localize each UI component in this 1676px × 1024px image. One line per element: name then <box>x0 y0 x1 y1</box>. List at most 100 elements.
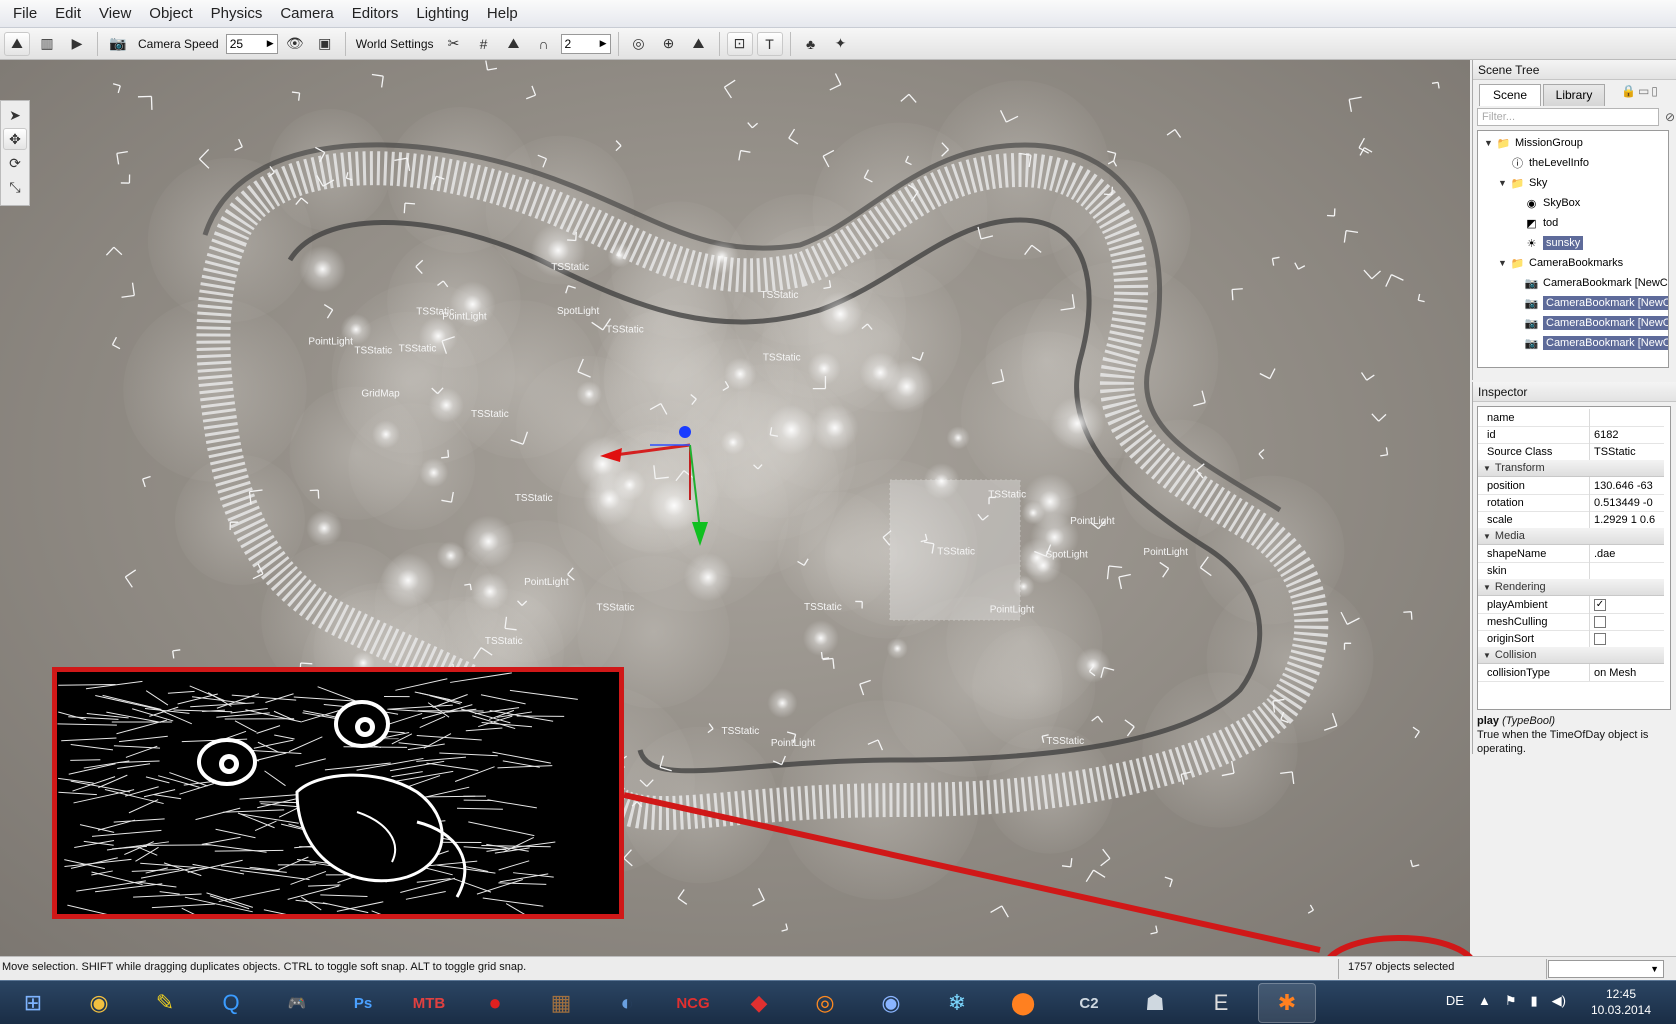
language-indicator[interactable]: DE <box>1446 993 1464 1009</box>
folder-icon: 📁 <box>1496 137 1511 150</box>
globe-icon[interactable]: ◐ <box>598 983 656 1023</box>
clock-date: 10.03.2014 <box>1590 1003 1652 1017</box>
inspector-panel: Inspector name id 6182 Source Class TSStatic… <box>1472 382 1676 756</box>
flag-icon[interactable]: ⚑ <box>1505 993 1517 1009</box>
photoshop-icon[interactable]: Ps <box>334 983 392 1023</box>
property-value[interactable]: 6182 <box>1590 429 1664 441</box>
tree-item[interactable]: 📷 CameraBookmark [NewC <box>1512 293 1668 313</box>
scene-filter-input[interactable]: Filter... <box>1477 108 1659 126</box>
sun-icon: ☀ <box>1526 237 1537 250</box>
property-key: id <box>1478 426 1590 443</box>
tree-item[interactable]: ▼ 📁 Sky <box>1498 173 1547 193</box>
selection-count: 1757 objects selected <box>1348 961 1455 973</box>
expand-triangle-icon[interactable]: ▼ <box>1498 258 1510 268</box>
group-label: Rendering <box>1494 581 1546 593</box>
tree-item[interactable]: 📷 CameraBookmark [NewC <box>1512 333 1668 353</box>
property-checkbox[interactable] <box>1594 632 1606 645</box>
desc-field-type: (TypeBool) <box>1502 715 1556 727</box>
folder-icon[interactable]: ▭ <box>1638 84 1649 106</box>
property-group-header[interactable]: ▼ Rendering <box>1478 579 1664 596</box>
blender-icon[interactable]: ◎ <box>796 983 854 1023</box>
quicktime-icon[interactable]: Q <box>202 983 260 1023</box>
chevron-down-icon: ▼ <box>1650 964 1659 974</box>
network-icon[interactable]: ▮ <box>1531 993 1538 1009</box>
property-group-header[interactable]: ▼ Media <box>1478 528 1664 545</box>
system-clock[interactable]: 12:45 10.03.2014 <box>1576 986 1666 1018</box>
ncg-icon[interactable]: NCG <box>664 983 722 1023</box>
tod-icon: ◩ <box>1526 217 1537 230</box>
tree-item[interactable]: ⓘ theLevelInfo <box>1498 153 1589 173</box>
inspector-description: play (TypeBool) True when the TimeOfDay … <box>1477 714 1672 756</box>
scene-tree-list[interactable]: ▼ 📁 MissionGroup ⓘ theLevelInfo ▼ 📁 Sky ◉ SkyBox ◩… <box>1477 130 1669 368</box>
system-tray: DE ▲ ⚑ ▮ ◀) <box>1446 993 1566 1009</box>
inspector-title: Inspector <box>1473 382 1676 402</box>
chrome-icon[interactable]: ◉ <box>70 983 128 1023</box>
scene-tree-tabs: Scene Library 🔒 ▭ ▯ <box>1473 80 1676 106</box>
clear-filter-icon[interactable]: ⊘ <box>1665 110 1675 124</box>
sketchup-icon[interactable]: ◆ <box>730 983 788 1023</box>
property-value[interactable]: 130.646 -63 <box>1590 480 1664 492</box>
tree-item-label: CameraBookmark [NewC <box>1543 296 1668 310</box>
tree-item[interactable]: 📷 CameraBookmark [NewC <box>1512 273 1668 293</box>
property-checkbox[interactable] <box>1594 615 1606 628</box>
status-dropdown[interactable]: ▼ <box>1548 960 1664 978</box>
tab-scene[interactable]: Scene <box>1479 84 1541 106</box>
property-value[interactable]: .dae <box>1590 548 1664 560</box>
gamepad-icon[interactable]: 🎮 <box>268 983 326 1023</box>
expand-triangle-icon[interactable]: ▼ <box>1498 178 1510 188</box>
tree-item-label: sunsky <box>1543 236 1584 250</box>
property-row: Source Class TSStatic <box>1478 443 1664 461</box>
property-value[interactable]: 1.2929 1 0.6 <box>1590 514 1664 526</box>
collapse-icon[interactable]: ▼ <box>1483 464 1491 473</box>
texture-icon[interactable]: ▦ <box>532 983 590 1023</box>
windows-start-icon[interactable]: ⊞ <box>4 983 62 1023</box>
annotation-line <box>623 792 1321 953</box>
torque-icon[interactable]: ✱ <box>1258 983 1316 1023</box>
lock-icon[interactable]: 🔒 <box>1621 84 1636 106</box>
tray-expand-icon[interactable]: ▲ <box>1478 993 1491 1009</box>
property-value[interactable]: on Mesh <box>1590 667 1664 679</box>
e-icon[interactable]: E <box>1192 983 1250 1023</box>
tab-library[interactable]: Library <box>1543 84 1605 106</box>
expand-triangle-icon[interactable]: ▼ <box>1484 138 1496 148</box>
property-row: position 130.646 -63 <box>1478 477 1664 495</box>
property-row: scale 1.2929 1 0.6 <box>1478 511 1664 529</box>
snowflake-icon[interactable]: ❄ <box>928 983 986 1023</box>
collapse-icon[interactable]: ▼ <box>1483 651 1491 660</box>
property-row: id 6182 <box>1478 426 1664 444</box>
eye-icon[interactable]: ◉ <box>862 983 920 1023</box>
mtb-icon[interactable]: MTB <box>400 983 458 1023</box>
tree-item[interactable]: ◩ tod <box>1512 213 1558 233</box>
property-value[interactable]: TSStatic <box>1590 446 1664 458</box>
property-key: skin <box>1478 562 1590 579</box>
trash-icon[interactable]: ▯ <box>1651 84 1658 106</box>
tree-item[interactable]: ☀ sunsky <box>1512 233 1584 253</box>
nodes-icon[interactable]: ⬤ <box>994 983 1052 1023</box>
status-divider <box>1546 959 1547 979</box>
property-checkbox[interactable]: ✓ <box>1594 598 1606 611</box>
scene-tree-title: Scene Tree <box>1473 60 1676 80</box>
property-row: playAmbient ✓ <box>1478 596 1664 614</box>
status-bar: Move selection. SHIFT while dragging dup… <box>0 956 1676 980</box>
property-key: meshCulling <box>1478 613 1590 630</box>
robot-icon[interactable]: ☗ <box>1126 983 1184 1023</box>
property-value[interactable]: 0.513449 -0 <box>1590 497 1664 509</box>
property-key: collisionType <box>1478 664 1590 681</box>
tree-item[interactable]: ▼ 📁 CameraBookmarks <box>1498 253 1623 273</box>
folder-icon: 📁 <box>1510 257 1525 270</box>
collapse-icon[interactable]: ▼ <box>1483 532 1491 541</box>
tree-item[interactable]: ◉ SkyBox <box>1512 193 1581 213</box>
game-c2-icon[interactable]: C2 <box>1060 983 1118 1023</box>
property-row: meshCulling <box>1478 613 1664 631</box>
tree-item[interactable]: ▼ 📁 MissionGroup <box>1484 133 1583 153</box>
property-row: name <box>1478 409 1664 427</box>
status-divider <box>1338 959 1339 979</box>
banana-icon[interactable]: ✎ <box>136 983 194 1023</box>
property-group-header[interactable]: ▼ Collision <box>1478 647 1664 664</box>
record-icon[interactable]: ● <box>466 983 524 1023</box>
tree-item[interactable]: 📷 CameraBookmark [NewC <box>1512 313 1668 333</box>
inspector-property-grid[interactable]: name id 6182 Source Class TSStatic ▼ Transfor… <box>1477 406 1671 710</box>
property-group-header[interactable]: ▼ Transform <box>1478 460 1664 477</box>
collapse-icon[interactable]: ▼ <box>1483 583 1491 592</box>
volume-icon[interactable]: ◀) <box>1552 993 1566 1009</box>
